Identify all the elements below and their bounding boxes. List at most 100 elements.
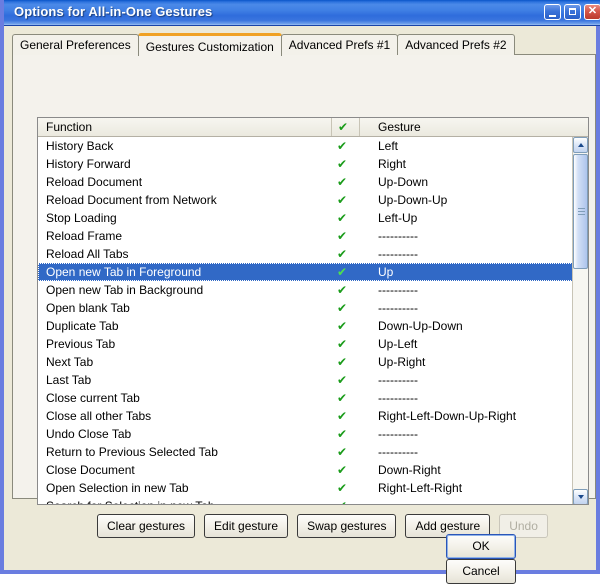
check-icon: ✔	[337, 193, 348, 207]
list-header: Function ✔ Gesture	[38, 118, 588, 137]
cell-gesture: ----------	[378, 247, 418, 261]
check-icon: ✔	[337, 265, 348, 279]
cell-function: History Forward	[46, 157, 131, 171]
clear-gestures-button[interactable]: Clear gestures	[97, 514, 196, 538]
check-icon: ✔	[337, 139, 348, 153]
table-row[interactable]: Search for Selection in new Tab ✔	[38, 497, 573, 504]
cell-gesture: Up-Down-Up	[378, 193, 448, 207]
table-row[interactable]: Reload Document from Network ✔ Up-Down-Up	[38, 191, 573, 209]
table-row[interactable]: Next Tab ✔ Up-Right	[38, 353, 573, 371]
check-icon: ✔	[337, 283, 348, 297]
table-row[interactable]: Undo Close Tab ✔ ----------	[38, 425, 573, 443]
maximize-icon	[569, 8, 576, 15]
cell-function: Next Tab	[46, 355, 94, 369]
gestures-list[interactable]: Function ✔ Gesture History Back ✔ Left Hist…	[37, 117, 589, 505]
cell-function: History Back	[46, 139, 114, 153]
cell-gesture: Right	[378, 157, 407, 171]
cell-function: Reload Document from Network	[46, 193, 217, 207]
scroll-down-arrow-icon[interactable]	[573, 489, 588, 504]
check-icon: ✔	[337, 337, 348, 351]
cell-function: Close current Tab	[46, 391, 140, 405]
cell-gesture: ----------	[378, 283, 418, 297]
check-icon: ✔	[337, 175, 348, 189]
table-row[interactable]: History Back ✔ Left	[38, 137, 573, 155]
close-icon: ✕	[587, 5, 598, 17]
tab-strip: General Preferences Gestures Customizatio…	[12, 33, 515, 56]
check-icon: ✔	[337, 319, 348, 333]
cell-function: Close Document	[46, 463, 135, 477]
scrollbar-grip-icon	[578, 207, 585, 216]
tab-2[interactable]: Advanced Prefs #1	[280, 34, 399, 55]
swap-gestures-button[interactable]: Swap gestures	[297, 514, 397, 538]
table-row[interactable]: Close Document ✔ Down-Right	[38, 461, 573, 479]
table-row[interactable]: Stop Loading ✔ Left-Up	[38, 209, 573, 227]
table-row[interactable]: Reload All Tabs ✔ ----------	[38, 245, 573, 263]
scroll-up-arrow-icon[interactable]	[573, 137, 588, 153]
scrollbar-thumb[interactable]	[573, 154, 588, 269]
tab-panel: Function ✔ Gesture History Back ✔ Left Hist…	[12, 54, 596, 538]
table-row[interactable]: Open new Tab in Foreground ✔ Up	[38, 263, 573, 281]
ok-button[interactable]: OK	[446, 534, 516, 559]
cell-function: Open new Tab in Background	[46, 283, 204, 297]
footer-button-row: OK Cancel	[436, 534, 596, 584]
cell-function: Close all other Tabs	[46, 409, 152, 423]
cell-gesture: Up-Left	[378, 337, 418, 351]
check-icon: ✔	[337, 247, 348, 261]
table-row[interactable]: Close current Tab ✔ ----------	[38, 389, 573, 407]
tab-1[interactable]: Gestures Customization	[137, 33, 282, 56]
cell-function: Open new Tab in Foreground	[46, 265, 202, 279]
cell-function: Open blank Tab	[46, 301, 130, 315]
table-row[interactable]: Last Tab ✔ ----------	[38, 371, 573, 389]
check-icon: ✔	[337, 373, 348, 387]
cell-gesture: ----------	[378, 301, 418, 315]
cell-gesture: Left-Up	[378, 211, 418, 225]
cell-function: Stop Loading	[46, 211, 117, 225]
check-icon: ✔	[337, 409, 348, 423]
check-icon: ✔	[337, 301, 348, 315]
cell-gesture: Up-Down	[378, 175, 429, 189]
table-row[interactable]: Open blank Tab ✔ ----------	[38, 299, 573, 317]
cell-function: Reload All Tabs	[46, 247, 129, 261]
cancel-button[interactable]: Cancel	[446, 559, 516, 584]
cell-gesture: Down-Right	[378, 463, 441, 477]
close-button[interactable]: ✕	[584, 4, 600, 20]
cell-gesture: Down-Up-Down	[378, 319, 463, 333]
table-row[interactable]: Duplicate Tab ✔ Down-Up-Down	[38, 317, 573, 335]
table-row[interactable]: Open new Tab in Background ✔ ----------	[38, 281, 573, 299]
check-icon: ✔	[337, 497, 357, 504]
cell-function: Open Selection in new Tab	[46, 481, 189, 495]
table-row[interactable]: Reload Document ✔ Up-Down	[38, 173, 573, 191]
check-icon: ✔	[337, 211, 348, 225]
list-scrollbar[interactable]	[572, 137, 588, 504]
table-row[interactable]: Close all other Tabs ✔ Right-Left-Down-Up-…	[38, 407, 573, 425]
cell-function: Reload Document	[46, 175, 143, 189]
column-header-check-icon[interactable]: ✔	[332, 118, 360, 136]
column-header-gesture[interactable]: Gesture	[360, 118, 573, 136]
table-row[interactable]: Reload Frame ✔ ----------	[38, 227, 573, 245]
check-icon: ✔	[337, 463, 348, 477]
tab-0[interactable]: General Preferences	[12, 34, 139, 55]
check-icon: ✔	[337, 391, 348, 405]
minimize-button[interactable]	[544, 4, 561, 20]
minimize-icon	[549, 15, 556, 17]
list-rows: History Back ✔ Left History Forward ✔ Right Re…	[38, 137, 573, 504]
table-row[interactable]: Return to Previous Selected Tab ✔ --------…	[38, 443, 573, 461]
cell-function: Previous Tab	[46, 337, 116, 351]
title-bar: Options for All-in-One Gestures ✕	[4, 0, 600, 26]
cell-gesture: ----------	[378, 391, 418, 405]
cell-function: Reload Frame	[46, 229, 123, 243]
table-row[interactable]: History Forward ✔ Right	[38, 155, 573, 173]
cell-function: Last Tab	[46, 373, 92, 387]
edit-gesture-button[interactable]: Edit gesture	[204, 514, 289, 538]
tab-3[interactable]: Advanced Prefs #2	[397, 34, 515, 55]
cell-function: Search for Selection in new Tab	[46, 497, 332, 504]
maximize-button[interactable]	[564, 4, 581, 20]
check-icon: ✔	[337, 445, 348, 459]
table-row[interactable]: Previous Tab ✔ Up-Left	[38, 335, 573, 353]
cell-gesture: ----------	[378, 445, 418, 459]
table-row[interactable]: Open Selection in new Tab ✔ Right-Left-Rig…	[38, 479, 573, 497]
cell-function: Undo Close Tab	[46, 427, 132, 441]
check-icon: ✔	[337, 481, 348, 495]
column-header-function[interactable]: Function	[38, 118, 332, 136]
options-dialog: Options for All-in-One Gestures ✕ Genera…	[0, 0, 600, 584]
